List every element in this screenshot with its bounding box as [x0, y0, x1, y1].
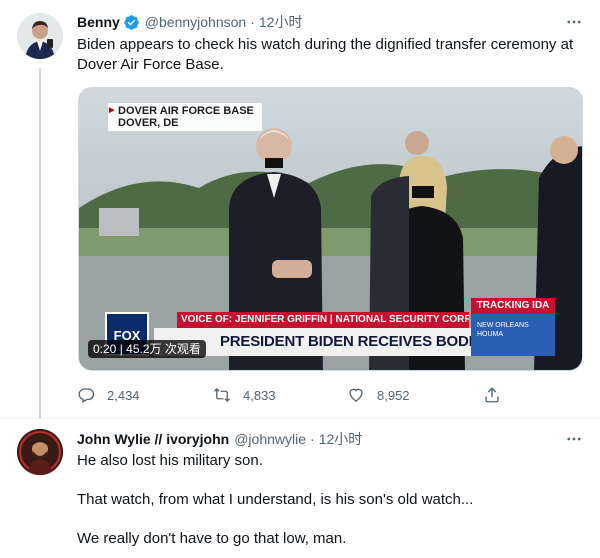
tracking-map: NEW ORLEANS HOUMA: [471, 314, 555, 356]
author-name[interactable]: John Wylie // ivoryjohn: [77, 431, 229, 447]
retweet-count: 4,833: [243, 387, 276, 403]
author-handle[interactable]: @johnwylie: [234, 431, 306, 447]
chyron-top: VOICE OF: JENNIFER GRIFFIN | NATIONAL SE…: [177, 312, 469, 328]
location-line-2: DOVER, DE: [118, 117, 179, 129]
retweet-icon: [214, 388, 230, 402]
more-icon[interactable]: [564, 429, 584, 449]
separator-dot: ·: [310, 431, 315, 447]
more-icon[interactable]: [564, 12, 584, 32]
video-duration-views: 0:20 | 45.2万 次观看: [88, 340, 206, 358]
tweet-timestamp[interactable]: 12小时: [259, 12, 303, 32]
tracking-title: TRACKING IDA: [471, 298, 555, 314]
reply-count: 2,434: [107, 387, 140, 403]
tweet-actions: 2,434 4,833 8,952: [77, 384, 507, 406]
tweet-header: Benny @bennyjohnson · 12小时: [77, 12, 302, 32]
tweet-text: Biden appears to check his watch during …: [77, 35, 587, 75]
share-button[interactable]: [483, 384, 513, 406]
location-badge: DOVER AIR FORCE BASE DOVER, DE: [108, 103, 262, 131]
avatar-john-wylie[interactable]: [17, 429, 63, 475]
tweet-text-paragraph: He also lost his military son.: [77, 452, 263, 469]
location-line-1: DOVER AIR FORCE BASE: [118, 105, 254, 117]
like-button[interactable]: 8,952: [347, 384, 410, 406]
like-count: 8,952: [377, 387, 410, 403]
tweet-text-paragraph: We really don't have to go that low, man…: [77, 530, 347, 547]
retweet-button[interactable]: 4,833: [213, 384, 276, 406]
verified-badge-icon: [123, 14, 140, 31]
reply-button[interactable]: 2,434: [77, 384, 140, 406]
tweet-benny[interactable]: Benny @bennyjohnson · 12小时 Biden appears…: [0, 0, 600, 418]
tweet-text-paragraph: Biden appears to check his watch during …: [77, 36, 574, 73]
author-name[interactable]: Benny: [77, 14, 120, 30]
reply-icon: [78, 388, 95, 403]
separator-dot: ·: [250, 14, 255, 30]
tweet-text: He also lost his military son. That watc…: [77, 451, 587, 549]
author-handle[interactable]: @bennyjohnson: [145, 14, 246, 30]
video-thumbnail[interactable]: DOVER AIR FORCE BASE DOVER, DE FOX VOICE…: [78, 87, 583, 371]
tweet-header: John Wylie // ivoryjohn @johnwylie · 12小…: [77, 429, 362, 449]
tweet-text-paragraph: That watch, from what I understand, is h…: [77, 491, 474, 508]
tweet-john-wylie[interactable]: John Wylie // ivoryjohn @johnwylie · 12小…: [0, 418, 600, 558]
avatar-benny[interactable]: [17, 13, 63, 59]
like-icon: [349, 388, 363, 402]
share-icon: [485, 387, 499, 403]
tweet-timestamp[interactable]: 12小时: [319, 429, 363, 449]
